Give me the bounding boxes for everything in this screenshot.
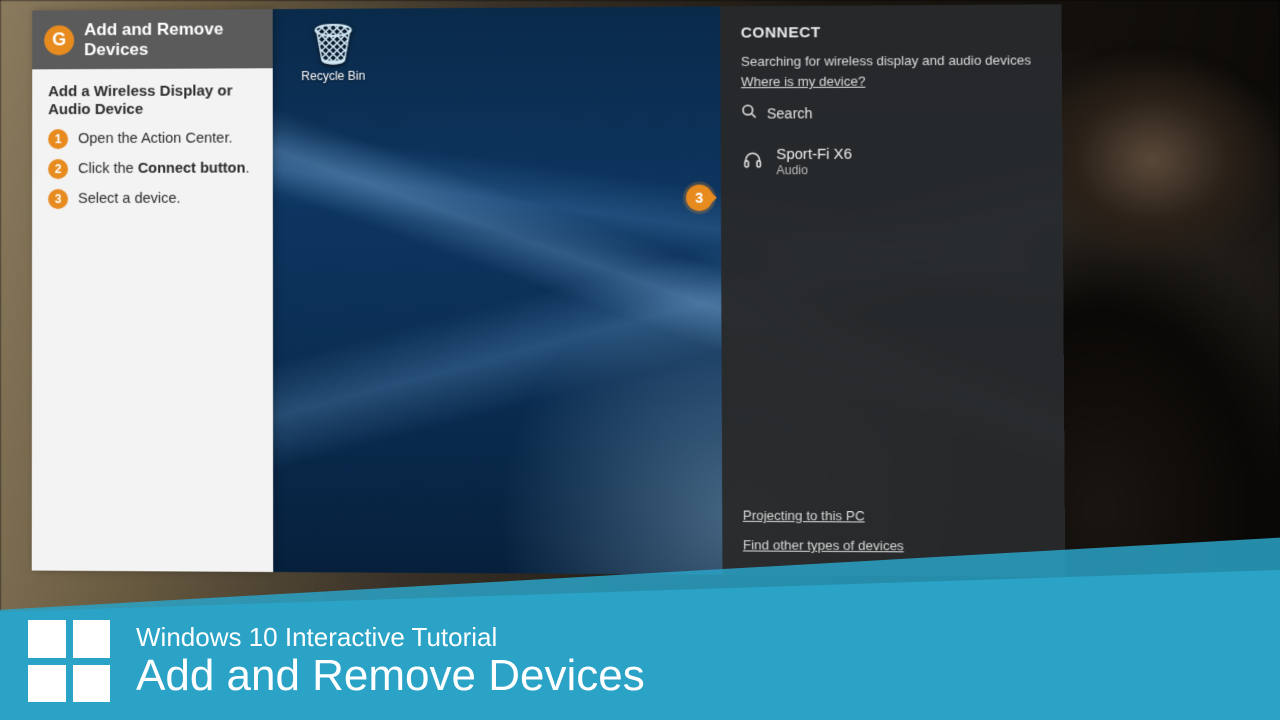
step-text-bold: Connect button [138, 161, 246, 177]
connect-footer-links: Projecting to this PC Find other types o… [743, 508, 904, 554]
connect-title: CONNECT [741, 23, 1041, 42]
recycle-bin-label: Recycle Bin [301, 69, 365, 83]
step-number-badge: 2 [48, 159, 68, 179]
tutorial-step-3: 3 Select a device. [48, 189, 257, 209]
device-name: Sport-Fi X6 [776, 147, 852, 163]
step-callout-badge: 3 [686, 185, 713, 211]
tutorial-step-2: 2 Click the Connect button. [48, 159, 257, 180]
connect-status-text: Searching for wireless display and audio… [741, 52, 1041, 69]
headphones-icon [741, 149, 764, 174]
trash-icon: 🗑 [293, 25, 374, 66]
recycle-bin-icon[interactable]: 🗑 Recycle Bin [293, 25, 374, 84]
device-item[interactable]: Sport-Fi X6 Audio [741, 140, 1042, 184]
search-icon [741, 103, 757, 122]
step-number-badge: 1 [48, 129, 68, 149]
step-text: Select a device. [78, 191, 181, 207]
where-is-my-device-link[interactable]: Where is my device? [741, 73, 865, 89]
tutorial-body: Add a Wireless Display or Audio Device 1… [32, 68, 273, 233]
brand-badge-icon: G [44, 25, 74, 55]
device-type: Audio [776, 163, 852, 177]
projecting-to-this-pc-link[interactable]: Projecting to this PC [743, 508, 904, 524]
tutorial-step-1: 1 Open the Action Center. [48, 129, 257, 150]
find-other-devices-link[interactable]: Find other types of devices [743, 537, 904, 553]
step-number-badge: 3 [48, 189, 68, 209]
tutorial-header: G Add and Remove Devices [32, 9, 273, 69]
tutorial-screen: 🗑 Recycle Bin G Add and Remove Devices A… [32, 4, 1065, 577]
tutorial-section-heading: Add a Wireless Display or Audio Device [48, 82, 257, 119]
step-text-suffix: . [245, 161, 249, 177]
step-text-prefix: Click the [78, 161, 138, 177]
step-text: Open the Action Center. [78, 131, 232, 148]
connect-search-row[interactable]: Search [741, 102, 1041, 122]
tutorial-title: Add and Remove Devices [84, 19, 261, 59]
step-text: Click the Connect button. [78, 161, 249, 177]
connect-panel: CONNECT Searching for wireless display a… [720, 4, 1065, 577]
tutorial-sidebar: G Add and Remove Devices Add a Wireless … [32, 9, 273, 572]
search-label: Search [767, 105, 813, 121]
